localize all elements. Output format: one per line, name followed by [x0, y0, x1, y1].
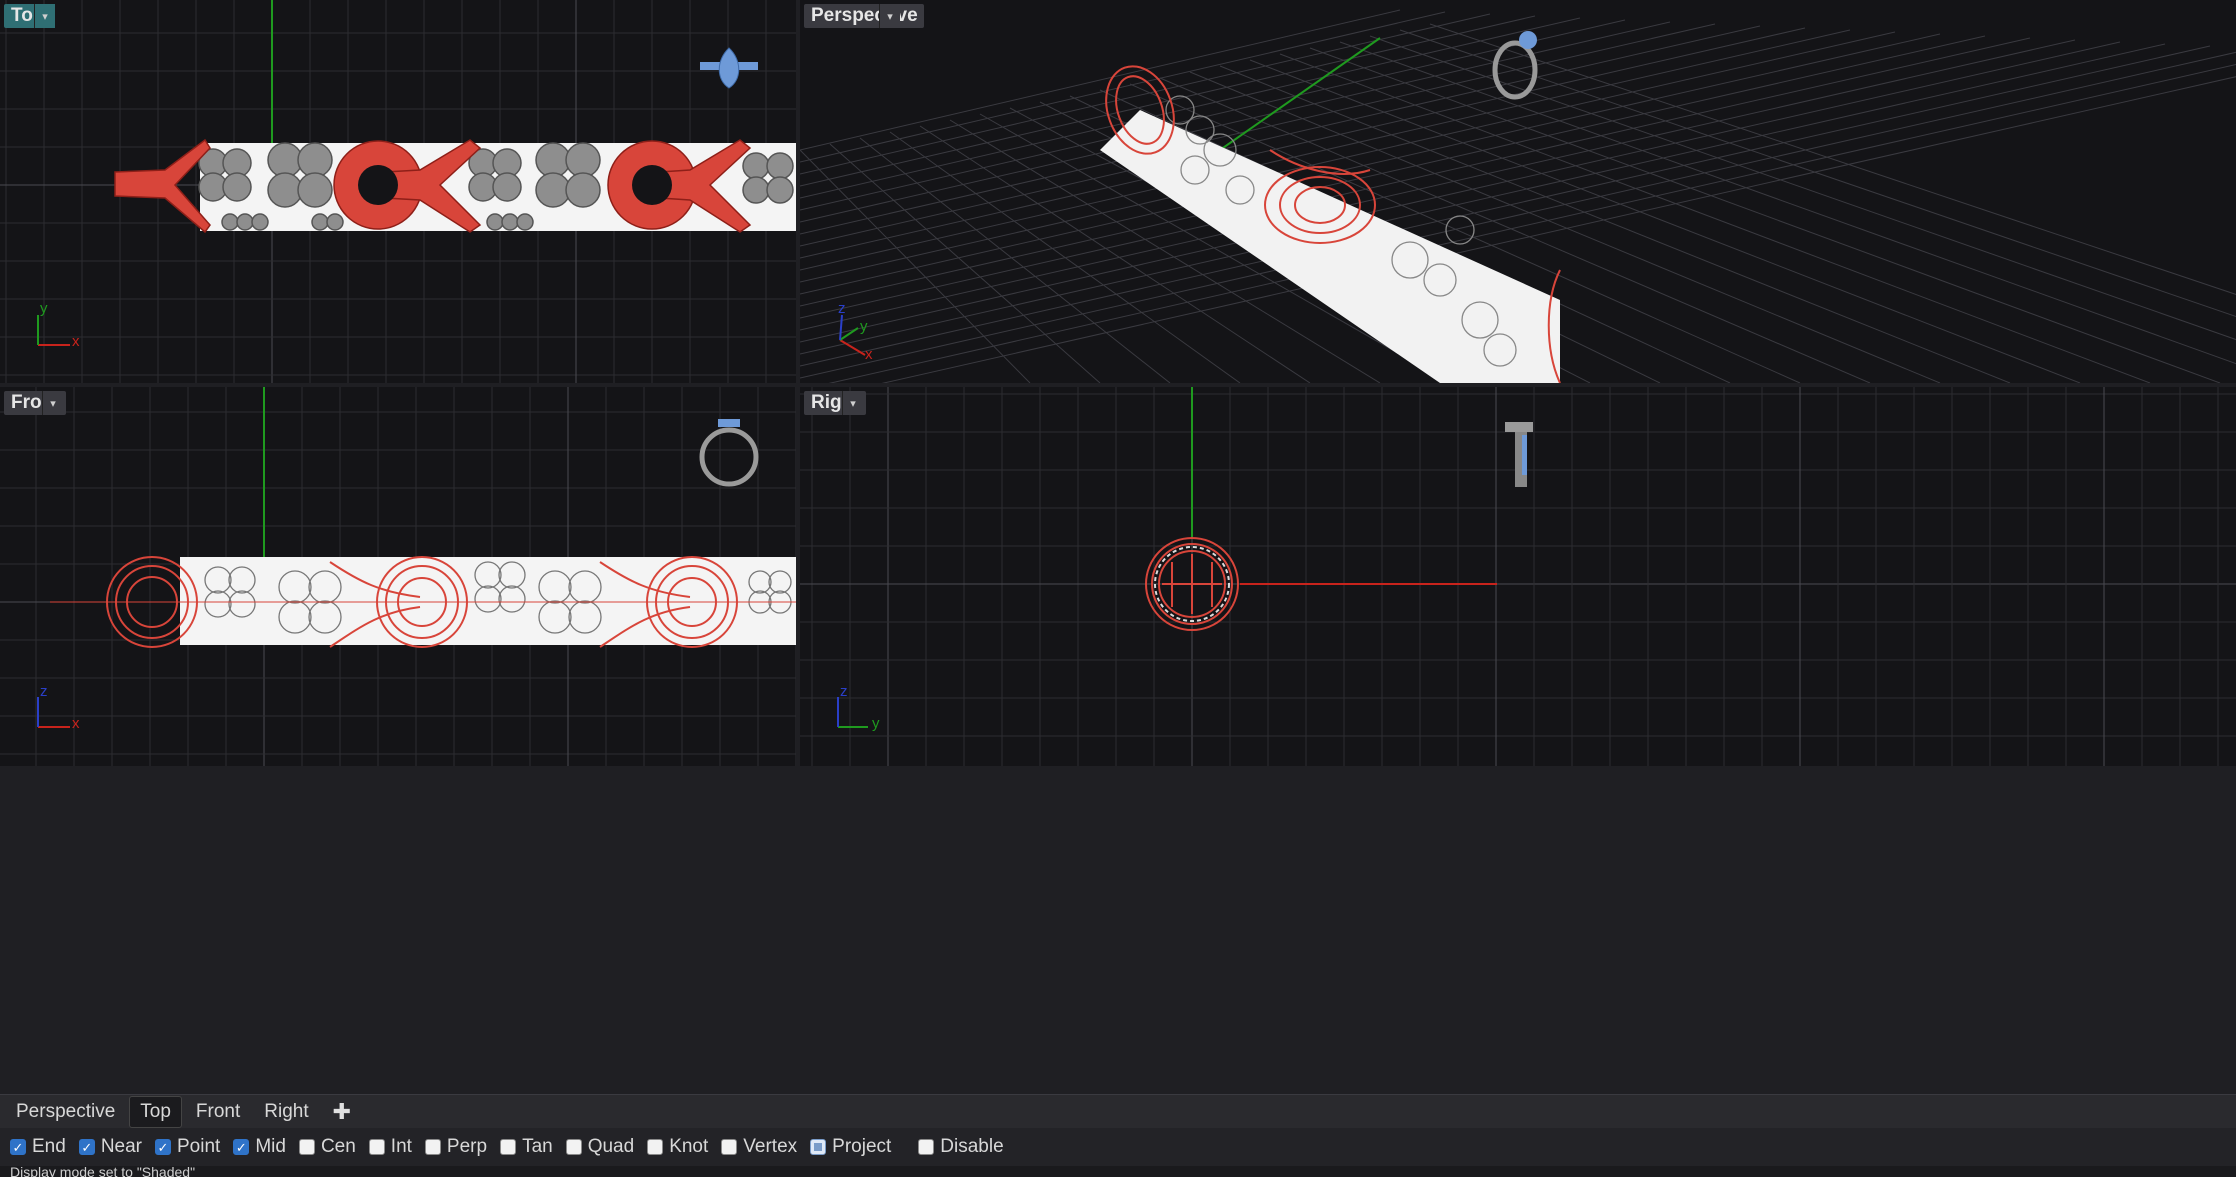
- osnap-label: Mid: [255, 1136, 286, 1157]
- osnap-disable[interactable]: Disable: [918, 1136, 1004, 1158]
- axis-label-y: y: [40, 300, 48, 317]
- axis-label-y: y: [860, 318, 868, 335]
- osnap-label: Int: [390, 1136, 412, 1157]
- osnap-label: Disable: [940, 1136, 1004, 1157]
- osnap-tan[interactable]: Tan: [500, 1136, 553, 1158]
- osnap-quad[interactable]: Quad: [565, 1136, 635, 1158]
- osnap-label: Point: [177, 1136, 221, 1157]
- tab-top[interactable]: Top: [129, 1095, 182, 1128]
- right-view-scene: [800, 387, 2236, 766]
- osnap-checkbox[interactable]: [647, 1139, 664, 1155]
- osnap-label: Perp: [446, 1136, 488, 1157]
- axis-label-z: z: [40, 683, 48, 700]
- command-line: Display mode set to "Shaded": [0, 1166, 2236, 1177]
- osnap-int[interactable]: Int: [368, 1136, 412, 1158]
- right-red-wire: [1145, 537, 1239, 631]
- osnap-near[interactable]: ✓ Near: [78, 1136, 142, 1158]
- osnap-checkbox[interactable]: ✓: [10, 1139, 26, 1155]
- tab-right[interactable]: Right: [254, 1097, 318, 1127]
- osnap-checkbox[interactable]: [368, 1139, 385, 1155]
- tab-front[interactable]: Front: [186, 1097, 250, 1127]
- osnap-checkbox[interactable]: [500, 1139, 517, 1155]
- osnap-bar: ✓ End ✓ Near ✓ Point ✓ Mid Cen Int Perp Tan Quad Knot…: [0, 1128, 2236, 1166]
- axis-label-x: x: [72, 715, 80, 732]
- perspective-view-scene: [800, 9, 2236, 383]
- osnap-checkbox[interactable]: ✓: [78, 1139, 95, 1155]
- axis-label-x: x: [72, 333, 80, 350]
- axis-label-x: x: [865, 346, 873, 363]
- ring-thumbnail-front: [699, 419, 759, 487]
- viewport-label-perspective[interactable]: Perspective: [804, 4, 924, 28]
- viewport-menu-perspective[interactable]: ▾: [879, 4, 900, 28]
- osnap-knot[interactable]: Knot: [647, 1136, 708, 1158]
- osnap-checkbox[interactable]: [810, 1139, 827, 1155]
- osnap-label: End: [32, 1136, 66, 1157]
- axis-label-y: y: [872, 715, 880, 732]
- osnap-label: Near: [100, 1136, 142, 1157]
- axis-label-z: z: [838, 300, 846, 317]
- osnap-checkbox[interactable]: [721, 1139, 738, 1155]
- osnap-label: Tan: [522, 1136, 553, 1157]
- tab-perspective[interactable]: Perspective: [6, 1097, 125, 1127]
- osnap-end[interactable]: ✓ End: [10, 1136, 66, 1158]
- osnap-point[interactable]: ✓ Point: [155, 1136, 220, 1158]
- viewport-right[interactable]: Right ▾ z y: [800, 387, 2236, 766]
- osnap-label: Vertex: [743, 1136, 798, 1157]
- viewport-menu-right[interactable]: ▾: [842, 391, 863, 415]
- osnap-perp[interactable]: Perp: [424, 1136, 488, 1158]
- osnap-checkbox[interactable]: [298, 1139, 315, 1155]
- osnap-project[interactable]: Project: [810, 1136, 891, 1158]
- osnap-checkbox[interactable]: [565, 1139, 582, 1155]
- osnap-vertex[interactable]: Vertex: [721, 1136, 797, 1158]
- axis-label-z: z: [840, 683, 848, 700]
- osnap-label: Quad: [587, 1136, 635, 1157]
- viewport-menu-top[interactable]: ▾: [34, 4, 55, 28]
- osnap-label: Knot: [669, 1136, 709, 1157]
- ring-thumbnail-top: [700, 47, 758, 89]
- osnap-label: Cen: [320, 1136, 356, 1157]
- viewport-menu-front[interactable]: ▾: [42, 391, 63, 415]
- osnap-checkbox[interactable]: [918, 1139, 935, 1155]
- viewport-front[interactable]: Front ▾ z x: [0, 387, 796, 766]
- viewport-top[interactable]: Top ▾ y x: [0, 0, 796, 383]
- ring-thumbnail-right: [1505, 422, 1533, 487]
- add-viewport-tab-icon[interactable]: ✚: [323, 1099, 361, 1125]
- front-view-scene: [0, 387, 796, 766]
- viewport-tabs: Perspective Top Front Right ✚: [0, 1094, 2236, 1128]
- osnap-checkbox[interactable]: [424, 1139, 441, 1155]
- top-view-scene: [0, 0, 796, 383]
- osnap-label: Project: [832, 1136, 892, 1157]
- osnap-checkbox[interactable]: ✓: [155, 1139, 171, 1155]
- osnap-checkbox[interactable]: ✓: [233, 1139, 250, 1155]
- osnap-mid[interactable]: ✓ Mid: [233, 1136, 286, 1158]
- viewport-perspective[interactable]: Perspective ▾ z y x: [800, 0, 2236, 383]
- osnap-cen[interactable]: Cen: [298, 1136, 356, 1158]
